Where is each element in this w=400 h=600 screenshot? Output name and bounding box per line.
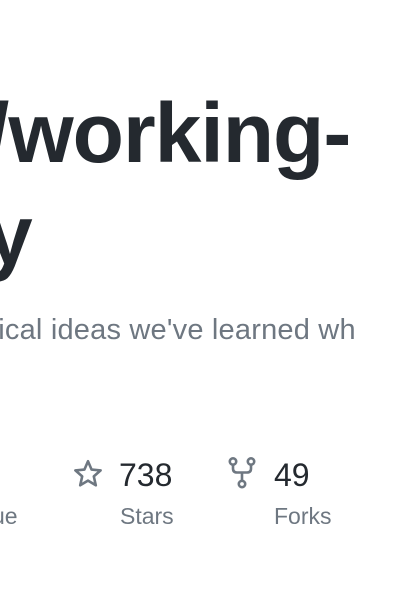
- forks-label: Forks: [274, 503, 332, 529]
- repo-title-line-1[interactable]: /working-: [0, 88, 351, 178]
- repo-hero: /working- y tical ideas we've learned wh…: [0, 0, 400, 600]
- star-icon: [74, 459, 102, 487]
- stars-label: Stars: [120, 503, 174, 529]
- stars-count: 738: [119, 457, 173, 493]
- fork-icon: [228, 456, 256, 489]
- issues-stat-label: ue: [0, 503, 18, 529]
- repo-title-line-2[interactable]: y: [0, 190, 33, 280]
- forks-count: 49: [274, 457, 310, 493]
- repo-description: tical ideas we've learned wh: [0, 314, 356, 346]
